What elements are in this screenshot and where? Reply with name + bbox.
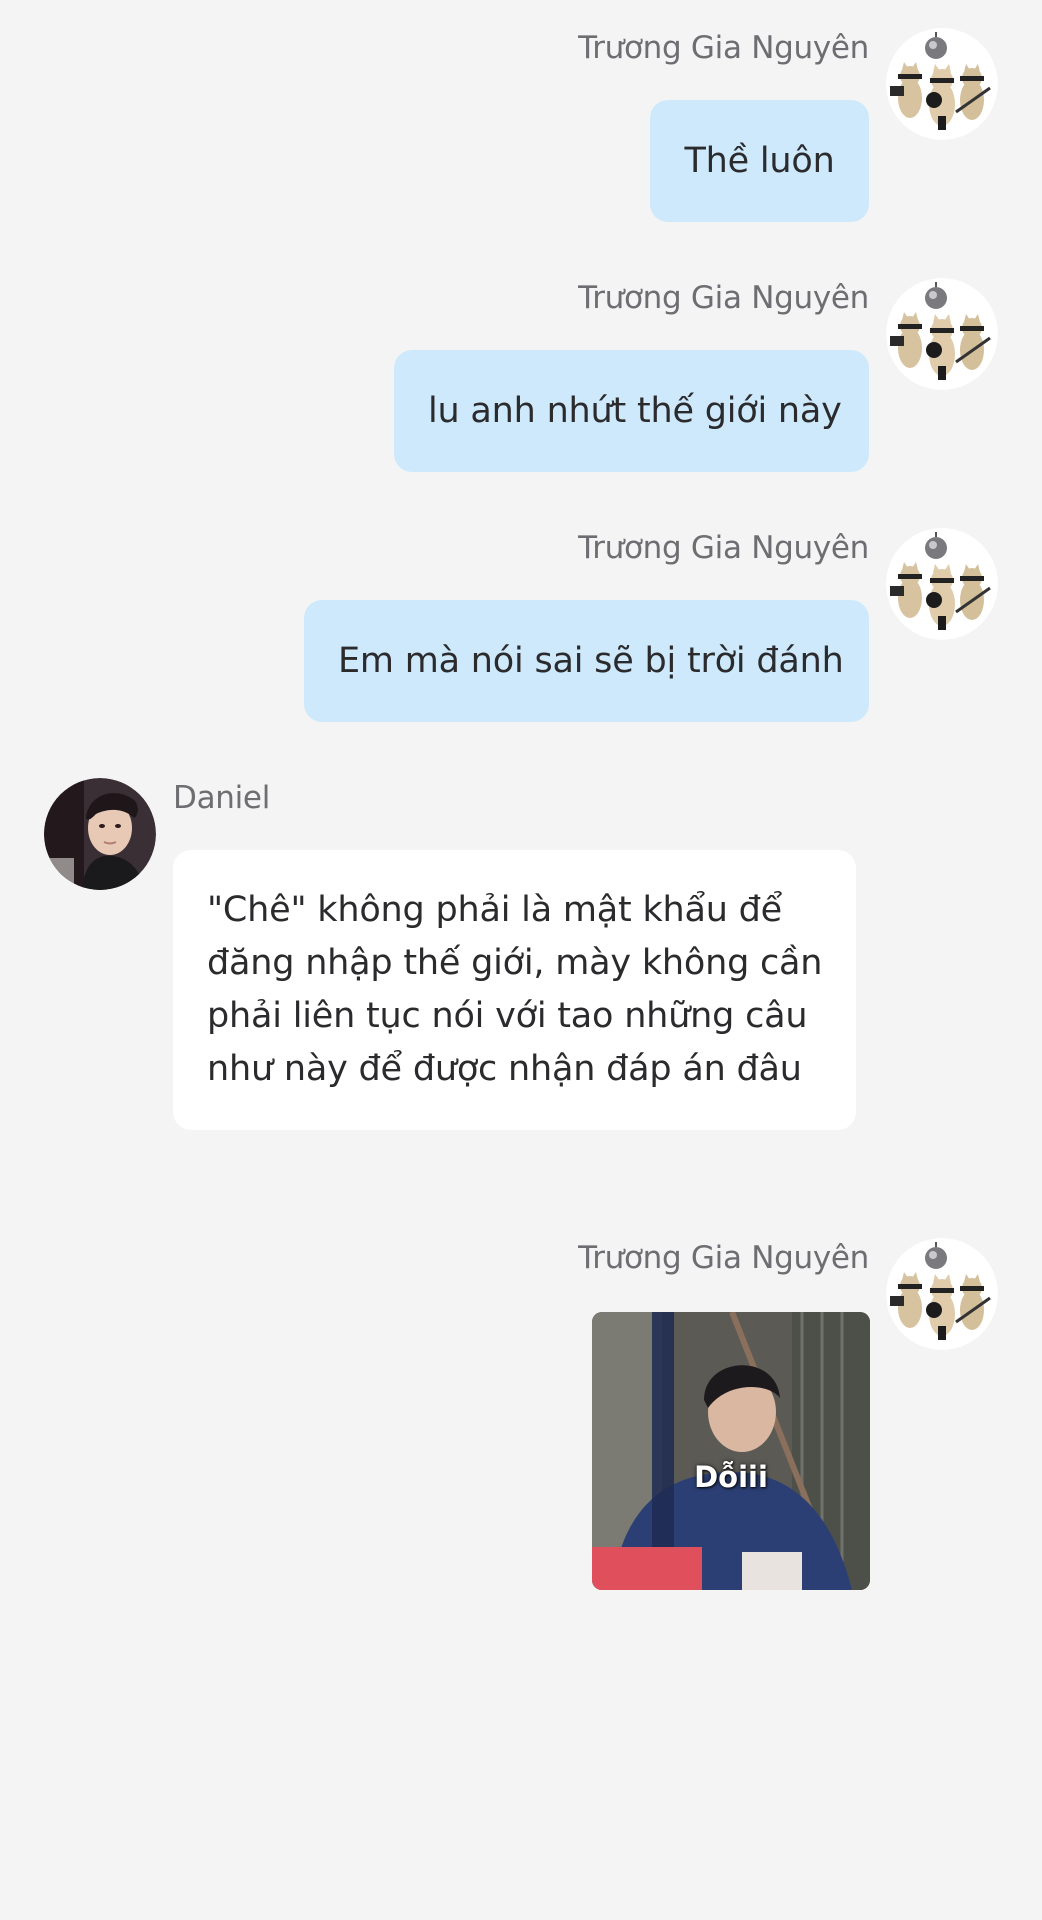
cats-band-avatar[interactable] bbox=[886, 1238, 998, 1350]
cats-band-avatar[interactable] bbox=[886, 28, 998, 140]
cats-band-avatar[interactable] bbox=[886, 278, 998, 390]
message-bubble[interactable]: "Chê" không phải là mật khẩu để đăng nhậ… bbox=[173, 850, 856, 1130]
sticker-image[interactable]: Dỗiii bbox=[592, 1312, 870, 1590]
sticker-caption: Dỗiii bbox=[694, 1460, 768, 1494]
chat-thread[interactable]: Trương Gia Nguyên Thề luôn Trương Gia Ng… bbox=[0, 0, 1042, 1920]
sender-name: Trương Gia Nguyên bbox=[578, 280, 869, 316]
message-outgoing: Trương Gia Nguyên bbox=[0, 1210, 1042, 1630]
person-portrait-avatar[interactable] bbox=[44, 778, 156, 890]
message-outgoing: Trương Gia Nguyên lu anh nhứt thế giới n… bbox=[0, 250, 1042, 480]
sender-name: Trương Gia Nguyên bbox=[578, 530, 869, 566]
sender-name: Trương Gia Nguyên bbox=[578, 30, 869, 66]
message-outgoing: Trương Gia Nguyên Em mà nói sai sẽ bị tr… bbox=[0, 500, 1042, 730]
message-bubble[interactable]: lu anh nhứt thế giới này bbox=[394, 350, 869, 472]
sender-name: Daniel bbox=[173, 780, 271, 816]
cats-band-avatar[interactable] bbox=[886, 528, 998, 640]
message-bubble[interactable]: Thề luôn bbox=[650, 100, 869, 222]
message-outgoing: Trương Gia Nguyên Thề luôn bbox=[0, 0, 1042, 230]
message-incoming: Daniel "Chê" không phải là mật khẩu để đ… bbox=[0, 750, 1042, 1150]
message-bubble[interactable]: Em mà nói sai sẽ bị trời đánh bbox=[304, 600, 869, 722]
sender-name: Trương Gia Nguyên bbox=[578, 1240, 869, 1276]
